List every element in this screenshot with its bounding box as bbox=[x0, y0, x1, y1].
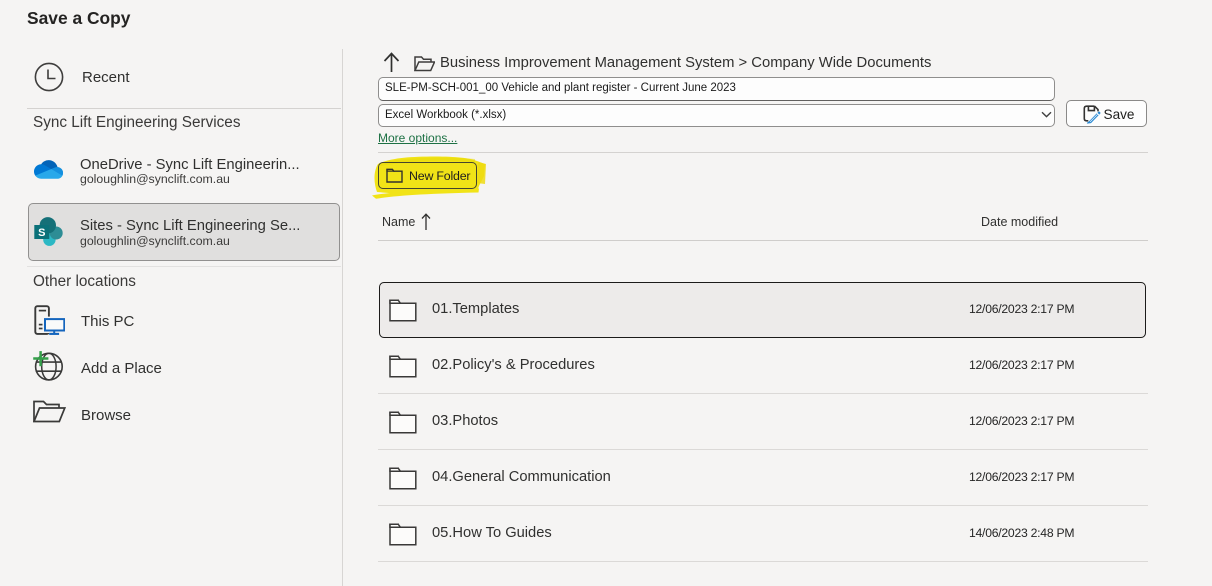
svg-text:S: S bbox=[38, 227, 45, 239]
